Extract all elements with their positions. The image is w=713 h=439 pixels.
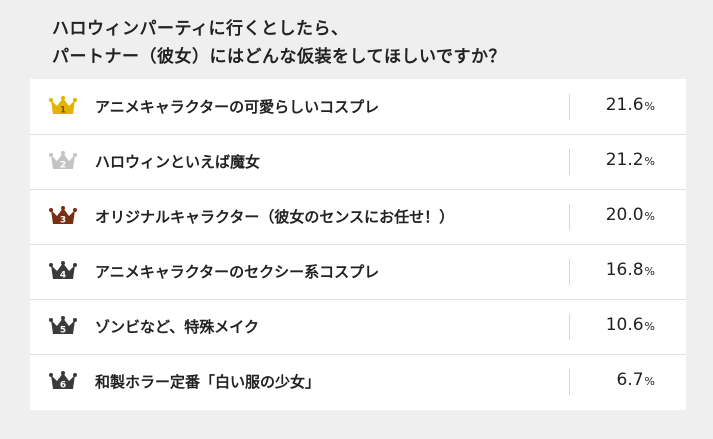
percentage-value: 20.0 [605, 205, 644, 225]
column-divider [569, 149, 570, 175]
dark-crown-icon: 4 [49, 260, 77, 282]
ranking-percentage: 21.6% [606, 95, 655, 115]
bronze-crown-icon: 3 [49, 205, 77, 227]
column-divider [569, 204, 570, 230]
percentage-unit: % [644, 210, 655, 223]
ranking-row: 5 ゾンビなど、特殊メイク 10.6% [30, 299, 686, 354]
ranking-row: 2 ハロウィンといえば魔女 21.2% [30, 134, 686, 189]
percentage-value: 10.6 [605, 315, 644, 335]
column-divider [569, 94, 570, 120]
rank-number: 2 [60, 161, 66, 171]
percentage-value: 21.2 [605, 150, 644, 170]
ranking-label: 和製ホラー定番「白い服の少女」 [95, 373, 321, 391]
survey-question-title: ハロウィンパーティに行くとしたら、 パートナー（彼女）にはどんな仮装をしてほしい… [52, 15, 692, 71]
percentage-unit: % [644, 100, 655, 113]
percentage-unit: % [644, 320, 655, 333]
percentage-value: 6.7 [616, 370, 644, 390]
ranking-label: ゾンビなど、特殊メイク [95, 318, 259, 336]
ranking-percentage: 21.2% [606, 150, 655, 170]
percentage-unit: % [644, 155, 655, 168]
dark-crown-icon: 6 [49, 370, 77, 392]
column-divider [569, 314, 570, 340]
ranking-percentage: 16.8% [606, 260, 655, 280]
dark-crown-icon: 5 [49, 315, 77, 337]
ranking-label: オリジナルキャラクター（彼女のセンスにお任せ！） [95, 208, 455, 226]
ranking-row: 1 アニメキャラクターの可愛らしいコスプレ 21.6% [30, 79, 686, 134]
ranking-percentage: 6.7% [617, 370, 656, 390]
percentage-unit: % [644, 375, 655, 388]
rank-number: 6 [60, 381, 66, 391]
ranking-list: 1 アニメキャラクターの可愛らしいコスプレ 21.6% 2 ハロウィンといえば魔女 21.… [30, 79, 686, 410]
column-divider [569, 259, 570, 285]
percentage-value: 21.6 [605, 95, 644, 115]
gold-crown-icon: 1 [49, 95, 77, 117]
ranking-percentage: 10.6% [606, 315, 655, 335]
title-line-1: ハロウィンパーティに行くとしたら、 [52, 19, 349, 39]
ranking-row: 6 和製ホラー定番「白い服の少女」 6.7% [30, 354, 686, 409]
ranking-label: アニメキャラクターの可愛らしいコスプレ [95, 98, 380, 116]
ranking-label: アニメキャラクターのセクシー系コスプレ [95, 263, 380, 281]
ranking-percentage: 20.0% [606, 205, 655, 225]
rank-number: 5 [60, 326, 66, 336]
silver-crown-icon: 2 [49, 150, 77, 172]
ranking-row: 4 アニメキャラクターのセクシー系コスプレ 16.8% [30, 244, 686, 299]
rank-number: 3 [60, 216, 66, 226]
column-divider [569, 369, 570, 395]
percentage-unit: % [644, 265, 655, 278]
percentage-value: 16.8 [605, 260, 644, 280]
rank-number: 4 [60, 271, 66, 281]
rank-number: 1 [60, 106, 66, 116]
ranking-label: ハロウィンといえば魔女 [95, 153, 261, 171]
ranking-row: 3 オリジナルキャラクター（彼女のセンスにお任せ！） 20.0% [30, 189, 686, 244]
title-line-2: パートナー（彼女）にはどんな仮装をしてほしいですか？ [52, 47, 506, 67]
